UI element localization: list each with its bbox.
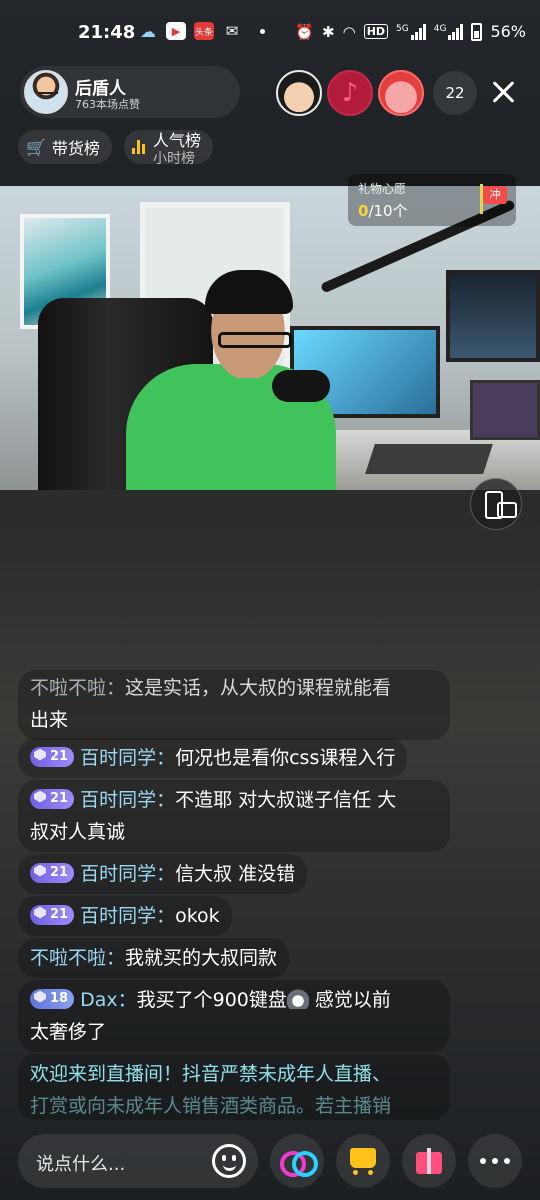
hd-icon: HD [363, 24, 389, 39]
gift-wish-title: 礼物心愿 [358, 182, 407, 196]
fan-level-badge: 21 [30, 746, 75, 767]
host-info[interactable]: 后盾人 763本场点赞 [20, 66, 240, 118]
bluetooth-icon: ✱ [322, 22, 335, 41]
flag-icon [478, 184, 508, 214]
signal-4g-icon: 4G [434, 23, 464, 40]
sales-rank-label: 带货榜 [51, 139, 100, 158]
viewer-avatar[interactable] [276, 70, 322, 116]
laptop [470, 380, 540, 440]
battery-percent: 56% [490, 22, 526, 41]
viewer-count[interactable]: 22 [433, 71, 477, 115]
fan-level-badge: 18 [30, 988, 75, 1009]
popularity-rank-sub: 小时榜 [153, 151, 195, 164]
bottom-bar: 说点什么... [0, 1132, 540, 1192]
system-icons: ⏰ ✱ ◠ HD 5G 4G 56% [295, 22, 526, 41]
viewer-avatar[interactable] [378, 70, 424, 116]
rotate-screen-icon[interactable] [470, 478, 522, 530]
link-mic-button[interactable] [270, 1134, 324, 1188]
emoji-icon[interactable] [212, 1144, 246, 1178]
popularity-rank-label: 人气榜 [153, 131, 202, 150]
gem-icon [34, 990, 46, 1003]
comment-item: 21 百时同学：不造耶 对大叔谜子信任 大 叔对人真诚 [18, 780, 450, 852]
welcome-notice: 欢迎来到直播间！抖音严禁未成年人直播、 打赏或向未成年人销售酒类商品。若主播销 [18, 1054, 450, 1120]
weather-icon: ☁ [140, 21, 156, 41]
gem-icon [34, 864, 46, 877]
comment-item: 21 百时同学：何况也是看你css课程入行 [18, 738, 408, 778]
top-viewers: ♪ 22 [276, 70, 477, 116]
viewer-avatar[interactable]: ♪ [327, 70, 373, 116]
close-icon[interactable] [488, 76, 520, 108]
bar-chart-icon [132, 140, 145, 154]
fan-level-badge: 21 [30, 904, 75, 925]
music-note-icon: ♪ [341, 78, 359, 108]
comment-item: 21 百时同学：信大叔 准没错 [18, 854, 308, 894]
fan-level-badge: 21 [30, 862, 75, 883]
comment-item: 18 Dax：我买了个900键盘 感觉以前 太奢侈了 [18, 980, 450, 1052]
gift-button[interactable] [402, 1134, 456, 1188]
shopping-cart-button[interactable] [336, 1134, 390, 1188]
microphone [272, 370, 330, 402]
host-likes: 763本场点赞 [75, 98, 140, 111]
keyboard [365, 444, 493, 474]
battery-icon [471, 22, 483, 41]
sales-rank-chip[interactable]: 🛒 带货榜 [18, 130, 112, 164]
monitor [446, 270, 540, 362]
comment-item: 不啦不啦：这是实话，从大叔的课程就能看 出来 [18, 670, 450, 740]
gem-icon [34, 906, 46, 919]
alarm-icon: ⏰ [295, 22, 315, 41]
status-time: 21:48 [78, 22, 136, 43]
status-bar: 21:48 ☁ ▶ 头条 ✉ ⏰ ✱ ◠ HD 5G 4G 56% [0, 0, 540, 64]
gem-icon [34, 790, 46, 803]
comment-input-placeholder: 说点什么... [36, 1154, 126, 1175]
gift-wish-widget[interactable]: 礼物心愿 0/10个 [348, 174, 516, 226]
wifi-icon: ◠ [342, 22, 356, 41]
fan-level-badge: 21 [30, 788, 75, 809]
wolf-emoji-icon [286, 989, 309, 1009]
video-app-icon: ▶ [166, 22, 186, 40]
popularity-rank-chip[interactable]: 人气榜 小时榜 [124, 130, 214, 164]
comment-item: 21 百时同学：okok [18, 896, 232, 936]
comment-input[interactable]: 说点什么... [18, 1134, 258, 1188]
notification-icons: ☁ ▶ 头条 ✉ [138, 21, 265, 41]
host-avatar[interactable] [24, 70, 68, 114]
more-options-button[interactable] [468, 1134, 522, 1188]
wechat-icon: ✉ [225, 22, 239, 40]
toutiao-icon: 头条 [194, 22, 214, 40]
signal-5g-icon: 5G [396, 23, 426, 40]
more-notifications-icon [260, 28, 265, 34]
gift-wish-progress: 0/10个 [358, 202, 408, 220]
comment-item: 不啦不啦：我就买的大叔同款 [18, 938, 290, 978]
live-video[interactable] [0, 186, 540, 490]
cart-icon: 🛒 [26, 137, 46, 157]
gem-icon [34, 748, 46, 761]
glasses [218, 332, 292, 348]
